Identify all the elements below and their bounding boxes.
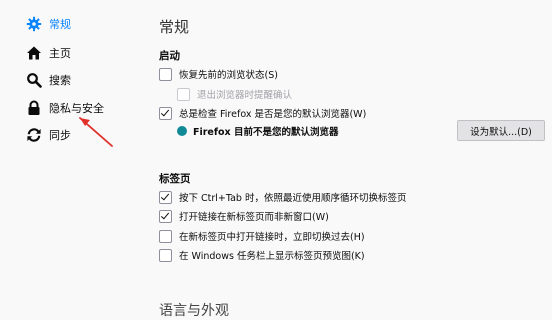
sidebar-item-label: 同步 <box>49 129 71 142</box>
warn-on-quit-checkbox[interactable]: 退出浏览器时提醒确认 <box>177 86 292 102</box>
default-browser-status: Firefox 目前不是您的默认浏览器 <box>193 127 339 138</box>
restore-session-checkbox[interactable]: 恢复先前的浏览状态(S) <box>159 66 278 82</box>
sidebar-item-sync[interactable]: 同步 <box>26 124 71 146</box>
sidebar-item-label: 隐私与安全 <box>49 102 104 115</box>
checkbox-box[interactable] <box>159 190 172 204</box>
checkbox-label: 退出浏览器时提醒确认 <box>197 90 293 101</box>
checkbox-box[interactable] <box>159 209 172 223</box>
sidebar-item-search[interactable]: 搜索 <box>26 69 71 91</box>
sync-icon <box>26 127 42 143</box>
lock-icon <box>26 100 42 116</box>
sidebar: 常规 主页 搜索 隐私与安全 同步 <box>0 0 135 319</box>
taskbar-previews-checkbox[interactable]: 在 Windows 任务栏上显示标签页预览图(K) <box>159 247 365 263</box>
home-icon <box>26 45 42 61</box>
ctrl-tab-checkbox[interactable]: 按下 Ctrl+Tab 时，依照最近使用顺序循环切换标签页 <box>159 189 407 205</box>
checkbox-box[interactable] <box>159 106 172 120</box>
checkbox-label: 打开链接在新标签页而非新窗口(W) <box>179 212 329 223</box>
sidebar-item-general[interactable]: 常规 <box>26 13 71 35</box>
section-heading-startup: 启动 <box>159 50 180 62</box>
open-links-in-tabs-checkbox[interactable]: 打开链接在新标签页而非新窗口(W) <box>159 208 329 224</box>
checkbox-box[interactable] <box>177 87 190 101</box>
checkbox-box[interactable] <box>159 67 172 81</box>
sidebar-item-home[interactable]: 主页 <box>26 42 71 64</box>
sidebar-item-label: 搜索 <box>49 74 71 87</box>
sidebar-item-label: 常规 <box>49 18 71 31</box>
search-icon <box>26 72 42 88</box>
checkbox-box[interactable] <box>159 248 172 262</box>
checkbox-label: 总是检查 Firefox 是否是您的默认浏览器(W) <box>179 109 367 120</box>
set-default-button[interactable]: 设为默认...(D) <box>457 120 545 141</box>
gear-icon <box>26 16 42 32</box>
checkbox-box[interactable] <box>159 229 172 243</box>
checkbox-label: 在 Windows 任务栏上显示标签页预览图(K) <box>179 251 365 262</box>
checkbox-label: 恢复先前的浏览状态(S) <box>179 70 278 81</box>
main-panel: 常规 启动 恢复先前的浏览状态(S) 退出浏览器时提醒确认 总是检查 Firef… <box>135 0 552 319</box>
sidebar-item-label: 主页 <box>49 47 71 60</box>
section-heading-tabs: 标签页 <box>159 173 191 185</box>
section-heading-language-appearance: 语言与外观 <box>159 303 229 319</box>
check-default-browser-checkbox[interactable]: 总是检查 Firefox 是否是您的默认浏览器(W) <box>159 105 366 121</box>
checkbox-label: 在新标签页中打开链接时，立即切换过去(H) <box>179 232 365 243</box>
page-title: 常规 <box>159 18 190 36</box>
checkbox-label: 按下 Ctrl+Tab 时，依照最近使用顺序循环切换标签页 <box>179 193 407 204</box>
switch-to-new-tab-checkbox[interactable]: 在新标签页中打开链接时，立即切换过去(H) <box>159 228 365 244</box>
firefox-status-icon <box>177 126 187 136</box>
sidebar-item-privacy[interactable]: 隐私与安全 <box>26 97 104 119</box>
